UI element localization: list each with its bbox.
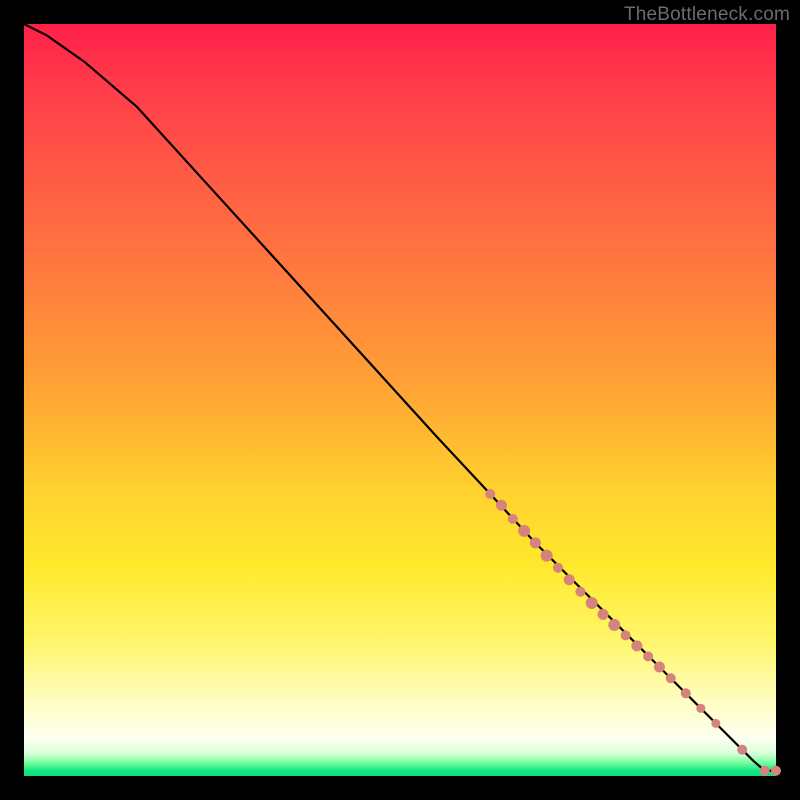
sample-point — [575, 587, 585, 597]
chart-stage: TheBottleneck.com — [0, 0, 800, 800]
sample-point — [598, 609, 609, 620]
sample-point — [737, 745, 747, 755]
sample-point — [553, 563, 563, 573]
sample-point — [518, 525, 530, 537]
sample-point — [530, 537, 541, 548]
bottleneck-curve — [24, 24, 776, 771]
sample-point — [621, 630, 631, 640]
sample-points — [485, 489, 781, 776]
sample-point — [666, 673, 676, 683]
sample-point — [643, 651, 653, 661]
sample-point — [496, 500, 507, 511]
sample-point — [681, 688, 691, 698]
sample-point — [508, 514, 518, 524]
sample-point — [541, 550, 553, 562]
sample-point — [654, 661, 665, 672]
chart-overlay — [24, 24, 776, 776]
watermark-text: TheBottleneck.com — [624, 4, 790, 26]
sample-point — [711, 719, 720, 728]
sample-point — [586, 597, 598, 609]
sample-point — [608, 619, 620, 631]
sample-point — [631, 640, 642, 651]
chart-plot-area — [24, 24, 776, 776]
sample-point — [760, 766, 770, 776]
sample-point — [696, 704, 705, 713]
sample-point — [485, 489, 495, 499]
sample-point — [771, 766, 781, 776]
sample-point — [564, 574, 575, 585]
